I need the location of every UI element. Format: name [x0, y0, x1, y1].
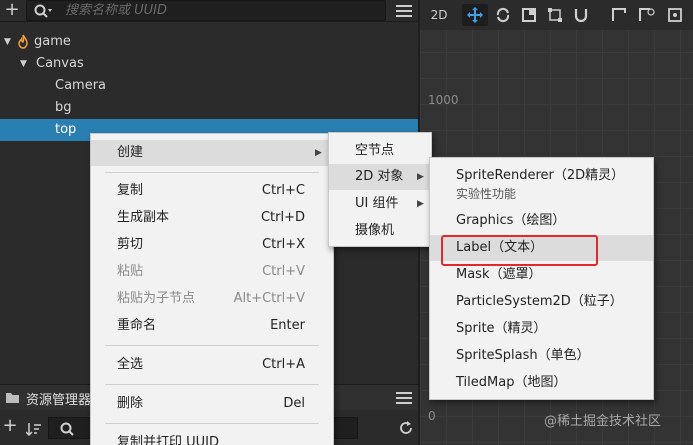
add-asset-button[interactable]: + [0, 417, 20, 437]
menu-item-sprite-splash[interactable]: SpriteSplash（单色） [430, 343, 653, 369]
sort-icon[interactable] [26, 422, 42, 436]
tree-node-camera[interactable]: Camera [0, 75, 418, 97]
menu-item-rename[interactable]: 重命名 Enter [91, 313, 333, 339]
experimental-caption: 实验性功能 [456, 187, 517, 201]
menu-item-empty-node[interactable]: 空节点 [329, 138, 431, 164]
menu-item-duplicate[interactable]: 生成副本 Ctrl+D [91, 205, 333, 231]
submenu-arrow-icon: ▶ [417, 199, 424, 209]
submenu-arrow-icon: ▶ [417, 172, 424, 182]
move-tool-icon[interactable] [462, 4, 488, 26]
menu-separator [105, 345, 319, 346]
menu-item-paste-as-child[interactable]: 粘贴为子节点 Alt+Ctrl+V [91, 286, 333, 312]
refresh-icon[interactable] [398, 420, 414, 436]
menu-separator [105, 384, 319, 385]
search-icon [34, 4, 52, 18]
menu-item-camera[interactable]: 摄像机 [329, 218, 431, 244]
watermark-text: @稀土掘金技术社区 [544, 414, 662, 429]
tree-node-label: game [34, 34, 71, 49]
collapse-caret-icon[interactable]: ▼ [20, 53, 30, 75]
create-submenu: 空节点 2D 对象 ▶ UI 组件 ▶ 摄像机 [328, 132, 432, 247]
hierarchy-toolbar: + [0, 0, 418, 22]
menu-item-tiled-map[interactable]: TiledMap（地图） [430, 370, 653, 396]
hierarchy-search-field[interactable] [26, 0, 386, 21]
rect-tool-icon[interactable] [542, 4, 568, 26]
2d-object-submenu: SpriteRenderer（2D精灵） 实验性功能 Graphics（绘图） … [429, 157, 654, 400]
collapse-caret-icon[interactable]: ▼ [4, 31, 14, 53]
flame-icon [18, 34, 28, 49]
menu-item-graphics[interactable]: Graphics（绘图） [430, 208, 653, 234]
context-menu: 创建 ▶ 复制 Ctrl+C 生成副本 Ctrl+D 剪切 Ctrl+X 粘贴 … [90, 133, 334, 445]
tree-node-canvas[interactable]: ▼ Canvas [0, 53, 418, 75]
scale-tool-icon[interactable] [516, 4, 542, 26]
rotate-tool-icon[interactable] [490, 4, 516, 26]
menu-separator [105, 172, 319, 173]
highlight-annotation-box [441, 235, 598, 266]
menu-item-cut[interactable]: 剪切 Ctrl+X [91, 232, 333, 258]
tree-node-label: top [55, 122, 77, 137]
tree-node-game[interactable]: ▼ game [0, 31, 418, 53]
tree-node-label: Camera [55, 78, 107, 93]
tree-node-label: bg [55, 100, 72, 115]
local-global-icon[interactable] [634, 4, 660, 26]
grid-coordinate-label: 1000 [428, 93, 459, 107]
pivot-icon[interactable] [662, 4, 688, 26]
grid-coordinate-label: 0 [428, 409, 436, 423]
menu-item-sprite[interactable]: Sprite（精灵） [430, 316, 653, 342]
menu-item-particle-system-2d[interactable]: ParticleSystem2D（粒子） [430, 289, 653, 315]
folder-icon [6, 393, 19, 403]
menu-item-delete[interactable]: 删除 Del [91, 391, 333, 417]
magnet-icon[interactable] [568, 4, 594, 26]
hierarchy-search-input[interactable] [65, 2, 365, 19]
menu-item-select-all[interactable]: 全选 Ctrl+A [91, 352, 333, 378]
list-menu-icon[interactable] [394, 2, 414, 20]
menu-item-copy[interactable]: 复制 Ctrl+C [91, 178, 333, 204]
scene-toolbar: 2D [420, 0, 693, 30]
tree-node-bg[interactable]: bg [0, 97, 418, 119]
menu-item-2d-object[interactable]: 2D 对象 ▶ [329, 164, 431, 190]
tree-node-label: Canvas [36, 56, 84, 71]
menu-item-create[interactable]: 创建 ▶ [91, 140, 333, 166]
menu-item-ui-component[interactable]: UI 组件 ▶ [329, 191, 431, 217]
menu-separator [105, 423, 319, 424]
menu-item-copy-print-uuid[interactable]: 复制并打印 UUID [91, 430, 333, 445]
assets-menu-icon[interactable] [394, 389, 414, 407]
menu-item-paste[interactable]: 粘贴 Ctrl+V [91, 259, 333, 285]
snap-corner-icon[interactable] [606, 4, 632, 26]
submenu-arrow-icon: ▶ [315, 148, 322, 158]
assets-panel-title: 资源管理器 [26, 393, 92, 408]
add-node-button[interactable]: + [2, 1, 22, 21]
search-icon [60, 422, 74, 436]
toggle-2d-button[interactable]: 2D [426, 4, 452, 26]
